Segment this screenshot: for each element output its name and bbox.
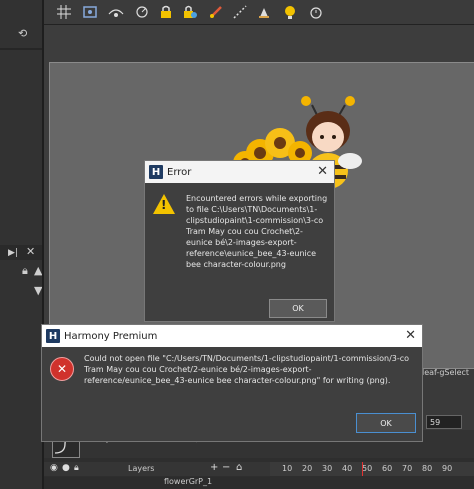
layer-row[interactable]: flowerGrP_1 <box>44 477 270 489</box>
harmony-dialog-titlebar[interactable]: H Harmony Premium ✕ <box>42 325 422 347</box>
menu-icon[interactable]: ▶| <box>8 248 18 258</box>
frame-field[interactable]: 59 <box>426 415 462 429</box>
dashed-line-icon[interactable] <box>230 2 250 22</box>
lock-icon[interactable]: 🔒︎ <box>22 264 28 278</box>
playhead[interactable] <box>362 462 363 476</box>
side-label: leaf-gSelect <box>422 368 470 377</box>
layer-settings-icon[interactable]: ⌂ <box>236 462 242 473</box>
onion-skin-icon[interactable] <box>106 2 126 22</box>
harmony-dialog-title: Harmony Premium <box>64 330 158 342</box>
link-icon[interactable]: ⟲ <box>18 27 27 40</box>
harmony-error-dialog: H Harmony Premium ✕ ✕ Could not open fil… <box>41 324 423 442</box>
close-icon[interactable]: ✕ <box>405 328 416 343</box>
error-dialog: H Error ✕ ! Encountered errors while exp… <box>144 160 335 322</box>
ruler-tick: 50 <box>362 464 373 473</box>
timeline-ruler[interactable]: 10 20 30 40 50 60 70 80 90 <box>270 462 474 476</box>
warning-icon: ! <box>153 194 175 214</box>
ok-button[interactable]: OK <box>269 299 327 318</box>
ruler-tick: 80 <box>422 464 433 473</box>
close-icon[interactable]: ✕ <box>26 245 35 258</box>
error-dialog-title: Error <box>167 166 192 178</box>
brush-icon[interactable] <box>206 2 226 22</box>
error-dialog-message: Encountered errors while exporting to fi… <box>186 194 328 269</box>
layers-header: ◉ ● 🔒︎ Layers + − ⌂ <box>44 462 270 476</box>
harmony-logo-icon: H <box>46 329 60 343</box>
timer-icon[interactable] <box>306 2 326 22</box>
harmony-window: ⟲ ✕ ▶| 🔒︎ ▲ ▼ ⌒ ◉ ● 🔒︎ Layers + − ⌂ flow… <box>0 0 474 489</box>
harmony-logo-icon: H <box>149 165 163 179</box>
left-panel: ⟲ ✕ ▶| 🔒︎ ▲ ▼ <box>0 0 42 489</box>
lock-icon[interactable] <box>156 2 176 22</box>
ok-button[interactable]: OK <box>356 413 416 433</box>
lock-all-icon[interactable] <box>180 2 200 22</box>
light-table-icon[interactable] <box>280 2 300 22</box>
ruler-tick: 70 <box>402 464 413 473</box>
solo-icon[interactable]: ● <box>62 463 70 473</box>
layers-label: Layers <box>128 464 155 473</box>
safe-area-icon[interactable] <box>80 2 100 22</box>
grid-icon[interactable] <box>54 2 74 22</box>
ruler-tick: 90 <box>442 464 453 473</box>
panel-divider <box>0 48 42 50</box>
ruler-tick: 30 <box>322 464 333 473</box>
remove-layer-icon[interactable]: − <box>222 462 230 473</box>
error-dialog-body: ! Encountered errors while exporting to … <box>145 184 334 321</box>
harmony-dialog-message: Could not open file "C:/Users/TN/Documen… <box>84 354 410 385</box>
ruler-tick: 20 <box>302 464 313 473</box>
ruler-tick: 10 <box>282 464 293 473</box>
panel-tabbar <box>0 245 42 260</box>
layer-name: flowerGrP_1 <box>164 477 213 486</box>
error-icon: ✕ <box>50 357 74 381</box>
ruler-tick: 60 <box>382 464 393 473</box>
error-dialog-titlebar[interactable]: H Error ✕ <box>145 161 334 183</box>
add-layer-icon[interactable]: + <box>210 462 218 473</box>
lock-layer-icon[interactable]: 🔒︎ <box>74 463 79 473</box>
view-toolbar <box>44 0 474 25</box>
eye-icon[interactable]: ◉ <box>50 463 58 473</box>
stamp-icon[interactable] <box>254 2 274 22</box>
harmony-dialog-body: ✕ Could not open file "C:/Users/TN/Docum… <box>42 347 422 441</box>
close-icon[interactable]: ✕ <box>317 164 328 179</box>
rotate-icon[interactable] <box>132 2 152 22</box>
ruler-tick: 40 <box>342 464 353 473</box>
